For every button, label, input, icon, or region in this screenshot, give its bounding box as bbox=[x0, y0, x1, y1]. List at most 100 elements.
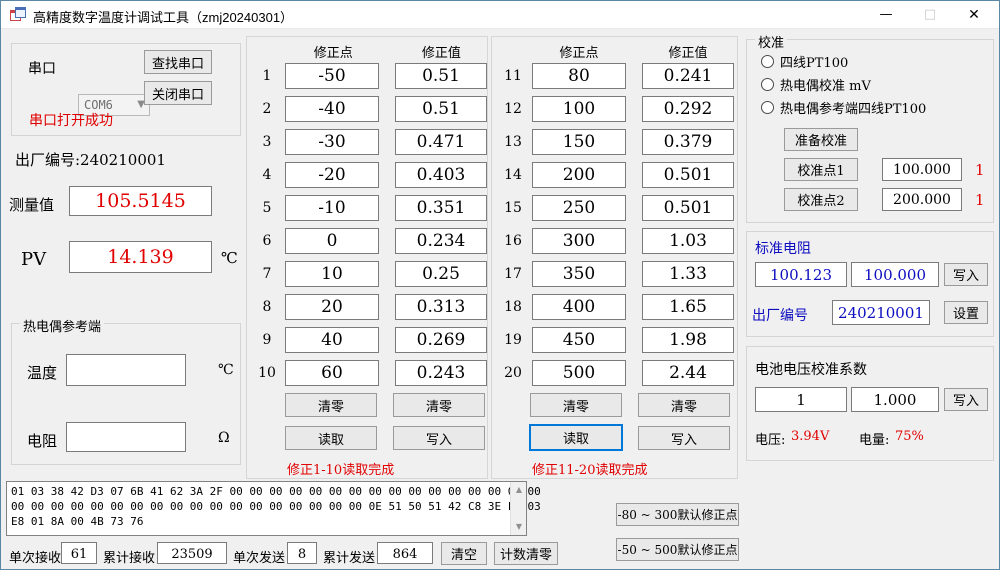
correction-point-input[interactable] bbox=[285, 162, 379, 188]
clear-log-button[interactable]: 清空 bbox=[441, 542, 487, 565]
correction-point-input[interactable] bbox=[532, 129, 626, 155]
row-number: 1 bbox=[253, 68, 281, 84]
calibration-point1-button[interactable]: 校准点1 bbox=[784, 158, 858, 181]
correction-value-input[interactable] bbox=[395, 360, 487, 386]
radio-icon bbox=[761, 55, 774, 68]
table2-write-button[interactable]: 写入 bbox=[638, 426, 730, 450]
row-number: 6 bbox=[253, 233, 281, 249]
factory-number-set-button[interactable]: 设置 bbox=[944, 301, 988, 324]
table1-rows: 1 2 3 4 bbox=[247, 63, 487, 386]
table1-read-button[interactable]: 读取 bbox=[285, 426, 377, 450]
minimize-button[interactable]: — bbox=[869, 1, 903, 29]
correction-value-input[interactable] bbox=[642, 63, 734, 89]
correction-value-input[interactable] bbox=[395, 261, 487, 287]
correction-point-input[interactable] bbox=[532, 228, 626, 254]
correction-point-input[interactable] bbox=[285, 261, 379, 287]
prepare-calibration-button[interactable]: 准备校准 bbox=[784, 128, 858, 151]
table-row: 15 bbox=[498, 195, 737, 221]
correction-value-input[interactable] bbox=[642, 327, 734, 353]
table2-status-text: 修正11-20读取完成 bbox=[532, 459, 647, 478]
table-row: 9 bbox=[253, 327, 487, 353]
correction-value-input[interactable] bbox=[395, 63, 487, 89]
maximize-button: □ bbox=[913, 1, 947, 29]
hex-log-box[interactable]: 01 03 38 42 D3 07 6B 41 62 3A 2F 00 00 0… bbox=[6, 481, 527, 536]
correction-value-input[interactable] bbox=[642, 261, 734, 287]
radio-4wire-pt100[interactable]: 四线PT100 bbox=[761, 52, 848, 71]
radio-tc-ref-pt100[interactable]: 热电偶参考端四线PT100 bbox=[761, 98, 926, 117]
table-row: 11 bbox=[498, 63, 737, 89]
tc-temp-unit: ℃ bbox=[218, 362, 234, 378]
correction-point-input[interactable] bbox=[285, 63, 379, 89]
correction-value-input[interactable] bbox=[395, 162, 487, 188]
correction-value-input[interactable] bbox=[395, 195, 487, 221]
table1-col-value: 修正值 bbox=[396, 42, 487, 61]
table1-write-button[interactable]: 写入 bbox=[393, 426, 485, 450]
factory-number-text: 出厂编号:240210001 bbox=[15, 149, 166, 170]
serial-groupbox: 串口 COM6 ▼ 查找串口 关闭串口 串口打开成功 bbox=[11, 43, 241, 136]
correction-value-input[interactable] bbox=[395, 228, 487, 254]
voltage-label: 电压: bbox=[755, 429, 785, 448]
row-number: 3 bbox=[253, 134, 281, 150]
standard-resistance-write-button[interactable]: 写入 bbox=[944, 263, 988, 286]
correction-point-input[interactable] bbox=[285, 195, 379, 221]
table1-clear-value-button[interactable]: 清零 bbox=[393, 393, 485, 417]
correction-point-input[interactable] bbox=[285, 327, 379, 353]
calibration-point2-input[interactable] bbox=[882, 188, 962, 211]
close-serial-button[interactable]: 关闭串口 bbox=[144, 81, 212, 105]
correction-point-input[interactable] bbox=[532, 360, 626, 386]
correction-value-input[interactable] bbox=[642, 96, 734, 122]
calibration-point2-button[interactable]: 校准点2 bbox=[784, 188, 858, 211]
correction-value-input[interactable] bbox=[395, 327, 487, 353]
tc-res-unit: Ω bbox=[218, 430, 230, 446]
hex-log-text: 01 03 38 42 D3 07 6B 41 62 3A 2F 00 00 0… bbox=[11, 484, 506, 529]
radio-tc-mv[interactable]: 热电偶校准 mV bbox=[761, 75, 871, 94]
standard-resistance-input[interactable] bbox=[851, 262, 939, 287]
correction-point-input[interactable] bbox=[532, 261, 626, 287]
battery-box: 电池电压校准系数 写入 电压: 3.94V 电量: 75% bbox=[746, 346, 994, 461]
tc-res-input[interactable] bbox=[66, 422, 186, 452]
correction-point-input[interactable] bbox=[532, 195, 626, 221]
correction-value-input[interactable] bbox=[642, 294, 734, 320]
correction-point-input[interactable] bbox=[285, 294, 379, 320]
correction-point-input[interactable] bbox=[532, 63, 626, 89]
factory-number-input[interactable] bbox=[832, 300, 930, 325]
correction-point-input[interactable] bbox=[532, 96, 626, 122]
find-serial-button[interactable]: 查找串口 bbox=[144, 50, 212, 74]
battery-write-button[interactable]: 写入 bbox=[944, 388, 988, 411]
table1-clear-point-button[interactable]: 清零 bbox=[285, 393, 377, 417]
correction-value-input[interactable] bbox=[642, 162, 734, 188]
table2-col-point: 修正点 bbox=[532, 42, 626, 61]
correction-point-input[interactable] bbox=[285, 360, 379, 386]
pv-unit-label: ℃ bbox=[221, 249, 238, 267]
correction-point-input[interactable] bbox=[285, 228, 379, 254]
scroll-down-icon[interactable]: ▼ bbox=[511, 519, 527, 535]
correction-point-input[interactable] bbox=[532, 327, 626, 353]
correction-value-input[interactable] bbox=[642, 195, 734, 221]
default-50-500-button[interactable]: -50 ~ 500默认修正点 bbox=[616, 538, 739, 561]
correction-point-input[interactable] bbox=[532, 294, 626, 320]
pv-value-field[interactable] bbox=[69, 241, 212, 273]
reset-counters-button[interactable]: 计数清零 bbox=[494, 542, 558, 565]
correction-value-input[interactable] bbox=[395, 96, 487, 122]
table-row: 7 bbox=[253, 261, 487, 287]
default-80-300-button[interactable]: -80 ~ 300默认修正点 bbox=[616, 503, 739, 526]
table2-read-button[interactable]: 读取 bbox=[529, 424, 623, 451]
correction-point-input[interactable] bbox=[285, 129, 379, 155]
tc-temp-input[interactable] bbox=[66, 354, 186, 386]
scroll-up-icon[interactable]: ▲ bbox=[511, 482, 527, 498]
battery-title: 电池电压校准系数 bbox=[755, 359, 867, 379]
measured-value-field[interactable] bbox=[69, 186, 212, 216]
correction-value-input[interactable] bbox=[395, 294, 487, 320]
calibration-point1-input[interactable] bbox=[882, 158, 962, 181]
correction-point-input[interactable] bbox=[532, 162, 626, 188]
table2-clear-point-button[interactable]: 清零 bbox=[530, 393, 622, 417]
hex-log-scrollbar[interactable]: ▲ ▼ bbox=[510, 482, 526, 535]
battery-coef-input[interactable] bbox=[851, 387, 939, 412]
correction-point-input[interactable] bbox=[285, 96, 379, 122]
correction-value-input[interactable] bbox=[642, 360, 734, 386]
correction-value-input[interactable] bbox=[642, 228, 734, 254]
correction-value-input[interactable] bbox=[395, 129, 487, 155]
close-button[interactable]: ✕ bbox=[957, 1, 991, 29]
table2-clear-value-button[interactable]: 清零 bbox=[638, 393, 730, 417]
correction-value-input[interactable] bbox=[642, 129, 734, 155]
